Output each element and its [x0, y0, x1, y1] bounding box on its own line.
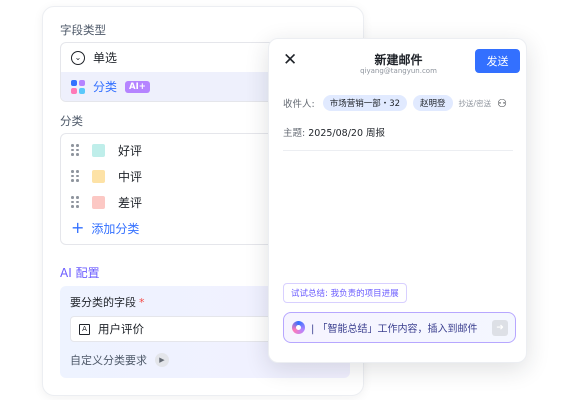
- type-option-label: 分类: [93, 80, 118, 94]
- ai-prompt-text: | 「智能总结」工作内容，插入到邮件: [311, 324, 478, 335]
- color-swatch[interactable]: [92, 195, 105, 209]
- add-contact-icon[interactable]: ⚇: [497, 97, 507, 110]
- ai-plus-badge: AI+: [125, 80, 150, 93]
- drag-handle-icon[interactable]: [71, 144, 79, 156]
- plus-icon: +: [71, 218, 85, 237]
- compose-mail-panel: ✕ 新建邮件 qiyang@tangyun.com 发送 收件人: 市场营销一部…: [268, 38, 527, 363]
- screen: 字段类型 ⌄ 单选 分类 AI+ 分类 好评 中评 差评 + 添加分类 AI 配…: [0, 0, 570, 400]
- drag-handle-icon[interactable]: [71, 170, 79, 182]
- ai-prompt-input[interactable]: | 「智能总结」工作内容，插入到邮件 ➜: [283, 312, 516, 343]
- circle-chevron-icon: ⌄: [71, 50, 85, 65]
- expand-arrow-icon[interactable]: ▶: [155, 353, 169, 367]
- add-category-label: 添加分类: [91, 221, 140, 236]
- recipient-label: 收件人:: [283, 99, 315, 110]
- ai-field-label: 要分类的字段 *: [70, 294, 145, 310]
- type-option-label: 单选: [93, 51, 118, 65]
- submit-arrow-icon[interactable]: ➜: [492, 320, 508, 336]
- subject-row[interactable]: 主题: 2025/08/20 周报: [283, 125, 513, 151]
- category-label: 分类: [60, 114, 83, 128]
- recipient-chip[interactable]: 赵明登: [413, 95, 453, 111]
- required-mark: *: [139, 296, 145, 309]
- ai-suggestion-chip[interactable]: 试试总结: 我负责的项目进展: [283, 283, 407, 303]
- send-button[interactable]: 发送: [475, 49, 520, 73]
- color-swatch[interactable]: [92, 143, 105, 157]
- subject-label: 主题:: [283, 128, 306, 139]
- colorful-grid-icon: [71, 79, 85, 94]
- subject-value: 2025/08/20 周报: [308, 128, 386, 139]
- custom-requirement-label: 自定义分类要求: [70, 354, 147, 367]
- drag-handle-icon[interactable]: [71, 196, 79, 208]
- color-swatch[interactable]: [92, 169, 105, 183]
- category-item-label: 差评: [118, 195, 143, 210]
- category-item-label: 好评: [118, 143, 143, 158]
- ai-field-label-text: 要分类的字段: [70, 296, 136, 309]
- cc-bcc-link[interactable]: 抄送/密送: [459, 98, 492, 109]
- field-type-label: 字段类型: [60, 23, 106, 37]
- ai-config-title: AI 配置: [60, 266, 100, 280]
- text-field-icon: A: [79, 323, 90, 335]
- category-item-label: 中评: [118, 169, 143, 184]
- custom-requirement-toggle[interactable]: 自定义分类要求 ▶: [70, 352, 169, 368]
- ai-swirl-icon: [292, 321, 305, 334]
- ai-field-value: 用户评价: [98, 322, 144, 336]
- recipient-row: 收件人: 市场营销一部・32 赵明登 抄送/密送 ⚇: [283, 93, 523, 113]
- recipient-chip[interactable]: 市场营销一部・32: [322, 95, 408, 111]
